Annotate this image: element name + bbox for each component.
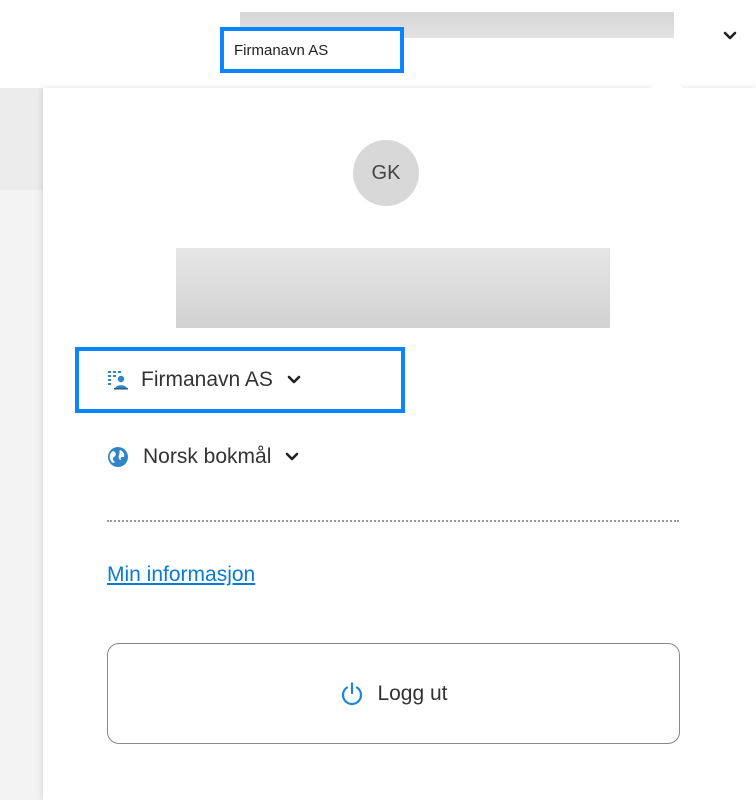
organization-selector[interactable]: Firmanavn AS [75,347,405,413]
chevron-down-icon [723,31,737,41]
power-icon [339,681,365,707]
dropdown-caret [649,72,685,90]
chevron-down-icon [285,452,299,462]
language-label: Norsk bokmål [143,445,272,468]
logout-button[interactable]: Logg ut [107,643,680,744]
dotted-divider [107,520,679,522]
chevron-down-icon [287,375,301,385]
header-company-name[interactable]: Firmanavn AS [220,27,404,73]
user-name-redacted-block [176,248,610,328]
language-selector[interactable]: Norsk bokmål [107,437,299,477]
globe-icon [107,446,129,468]
organization-icon [107,370,129,390]
profile-menu-toggle[interactable] [718,24,742,48]
logout-label: Logg ut [377,681,448,705]
my-information-link[interactable]: Min informasjon [107,563,255,587]
header-company-label: Firmanavn AS [234,41,329,59]
avatar-initials: GK [371,161,401,184]
avatar: GK [353,140,419,206]
organization-label: Firmanavn AS [141,368,273,391]
